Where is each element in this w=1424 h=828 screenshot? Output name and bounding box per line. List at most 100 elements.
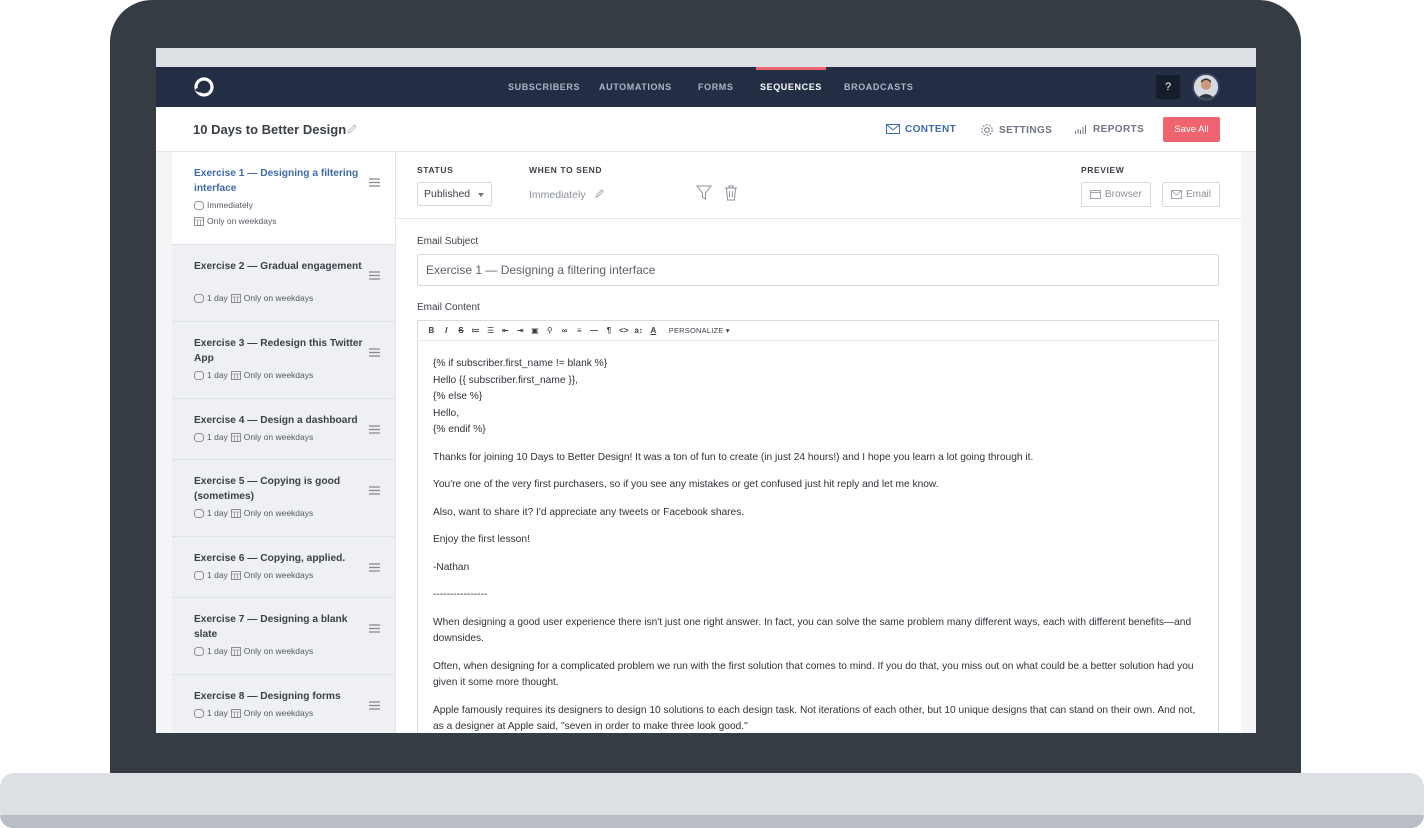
liquid-line: {% if subscriber.first_name != blank %} <box>433 358 608 369</box>
sequence-item-title: Exercise 5 — Copying is good (sometimes) <box>194 476 341 502</box>
filter-icon[interactable] <box>696 184 712 202</box>
strikethrough-button[interactable]: S <box>454 326 469 335</box>
email-paragraph: Apple famously requires its designers to… <box>433 704 1196 733</box>
drag-handle-icon[interactable] <box>369 271 380 280</box>
list-item[interactable]: Exercise 7 — Designing a blank slate 1 d… <box>172 598 395 675</box>
when-to-send-text: Immediately <box>529 189 586 201</box>
alarm-clock-icon <box>194 200 204 210</box>
alarm-clock-icon <box>194 708 204 718</box>
drag-handle-icon[interactable] <box>369 348 380 357</box>
email-content-editor[interactable]: {% if subscriber.first_name != blank %} … <box>417 341 1219 733</box>
liquid-line: Hello {{ subscriber.first_name }}, <box>433 374 578 386</box>
drag-handle-icon[interactable] <box>369 425 380 434</box>
sequence-item-schedule-label: Only on weekdays <box>243 708 314 718</box>
numbered-list-button[interactable]: ☰ <box>483 326 498 335</box>
outdent-button[interactable]: ⇤ <box>498 326 513 335</box>
drag-handle-icon[interactable] <box>369 486 380 495</box>
calendar-icon <box>230 293 241 303</box>
avatar[interactable] <box>1192 73 1220 101</box>
alarm-clock-icon <box>194 570 204 580</box>
help-button[interactable]: ? <box>1156 75 1180 99</box>
list-item[interactable]: Exercise 8 — Designing forms 1 day Only … <box>172 675 395 733</box>
drag-handle-icon[interactable] <box>369 178 380 187</box>
sequence-item-timing: Immediately <box>194 200 253 210</box>
italic-button[interactable]: I <box>439 326 454 335</box>
nav-automations[interactable]: AUTOMATIONS <box>599 67 672 107</box>
list-item[interactable]: Exercise 2 — Gradual engagement 1 day On… <box>172 245 395 322</box>
drag-handle-icon[interactable] <box>369 701 380 710</box>
text-color-button[interactable]: A <box>646 326 661 335</box>
email-paragraph: Thanks for joining 10 Days to Better Des… <box>433 451 1034 463</box>
sequence-item-schedule-label: Only on weekdays <box>243 432 314 442</box>
sequence-item-meta: 1 day Only on weekdays <box>194 508 313 518</box>
sequence-email-list: Exercise 1 — Designing a filtering inter… <box>172 152 395 733</box>
calendar-icon <box>230 570 241 580</box>
sequence-item-schedule-label: Only on weekdays <box>243 370 314 380</box>
bullet-list-button[interactable]: ≔ <box>468 326 483 335</box>
link-icon[interactable]: ⚲ <box>542 326 557 335</box>
unlink-icon[interactable]: ∞ <box>557 326 572 335</box>
sequence-item-timing-label: 1 day <box>207 432 228 442</box>
when-to-send-label: WHEN TO SEND <box>529 165 603 175</box>
align-button[interactable]: ≡ <box>572 326 587 335</box>
sequence-item-title: Exercise 6 — Copying, applied. <box>194 553 346 564</box>
preview-browser-label: Browser <box>1105 189 1142 200</box>
sequence-item-schedule-label: Only on weekdays <box>243 570 314 580</box>
status-select[interactable]: Published <box>417 182 492 206</box>
sequence-item-title: Exercise 2 — Gradual engagement <box>194 261 362 272</box>
pencil-icon[interactable] <box>346 123 358 135</box>
preview-email-button[interactable]: Email <box>1162 182 1221 207</box>
nav-subscribers[interactable]: SUBSCRIBERS <box>508 67 580 107</box>
drag-handle-icon[interactable] <box>369 563 380 572</box>
list-item[interactable]: Exercise 4 — Design a dashboard 1 day On… <box>172 399 395 460</box>
list-item[interactable]: Exercise 5 — Copying is good (sometimes)… <box>172 460 395 537</box>
when-to-send-value[interactable]: Immediately <box>529 188 605 201</box>
liquid-line: {% endif %} <box>433 424 486 435</box>
trash-icon[interactable] <box>723 184 739 202</box>
sequence-item-title: Exercise 8 — Designing forms <box>194 691 341 702</box>
nav-broadcasts[interactable]: BROADCASTS <box>844 67 914 107</box>
preview-browser-button[interactable]: Browser <box>1081 182 1151 207</box>
bold-button[interactable]: B <box>424 326 439 335</box>
user-avatar-icon <box>1194 75 1218 99</box>
sequence-item-title: Exercise 3 — Redesign this Twitter App <box>194 338 363 364</box>
tab-reports[interactable]: REPORTS <box>1074 123 1144 135</box>
list-item[interactable]: Exercise 6 — Copying, applied. 1 day Onl… <box>172 537 395 598</box>
sequence-item-meta: 1 day Only on weekdays <box>194 708 313 718</box>
list-item[interactable]: Exercise 1 — Designing a filtering inter… <box>172 152 395 245</box>
sequence-item-meta: 1 day Only on weekdays <box>194 293 313 303</box>
image-icon[interactable]: ▣ <box>528 326 543 335</box>
gear-icon <box>981 124 993 136</box>
list-item[interactable]: Exercise 3 — Redesign this Twitter App 1… <box>172 322 395 399</box>
email-subject-input[interactable] <box>417 254 1219 286</box>
tab-content[interactable]: CONTENT <box>886 123 956 135</box>
liquid-line: {% else %} <box>433 391 483 402</box>
email-paragraph: When designing a good user experience th… <box>433 616 1192 645</box>
sequence-item-meta: 1 day Only on weekdays <box>194 370 313 380</box>
alarm-clock-icon <box>194 370 204 380</box>
alarm-clock-icon <box>194 293 204 303</box>
calendar-icon <box>230 370 241 380</box>
email-divider-text: ---------------- <box>433 589 488 600</box>
code-view-button[interactable]: <> <box>616 326 631 335</box>
drag-handle-icon[interactable] <box>369 624 380 633</box>
tab-content-label: CONTENT <box>905 123 957 135</box>
save-all-button[interactable]: Save All <box>1163 117 1220 142</box>
sequence-item-timing-label: 1 day <box>207 293 228 303</box>
tab-settings[interactable]: SETTINGS <box>980 123 1052 137</box>
convertkit-logo-icon[interactable] <box>193 76 215 98</box>
horizontal-rule-button[interactable]: — <box>587 326 602 335</box>
sequence-item-timing-label: 1 day <box>207 508 228 518</box>
sequence-item-schedule: Only on weekdays <box>194 216 276 226</box>
personalize-dropdown[interactable]: PERSONALIZE ▾ <box>669 326 730 335</box>
font-size-button[interactable]: a↕ <box>631 326 646 335</box>
paragraph-button[interactable]: ¶ <box>602 326 617 335</box>
chevron-down-icon <box>478 193 484 197</box>
nav-sequences[interactable]: SEQUENCES <box>756 67 826 107</box>
sequence-item-title: Exercise 4 — Design a dashboard <box>194 415 358 426</box>
browser-icon <box>1090 190 1101 199</box>
liquid-block: {% if subscriber.first_name != blank %} … <box>433 356 1203 439</box>
email-editor-panel: STATUS Published WHEN TO SEND Immediatel… <box>395 152 1241 733</box>
nav-forms[interactable]: FORMS <box>698 67 734 107</box>
indent-button[interactable]: ⇥ <box>513 326 528 335</box>
